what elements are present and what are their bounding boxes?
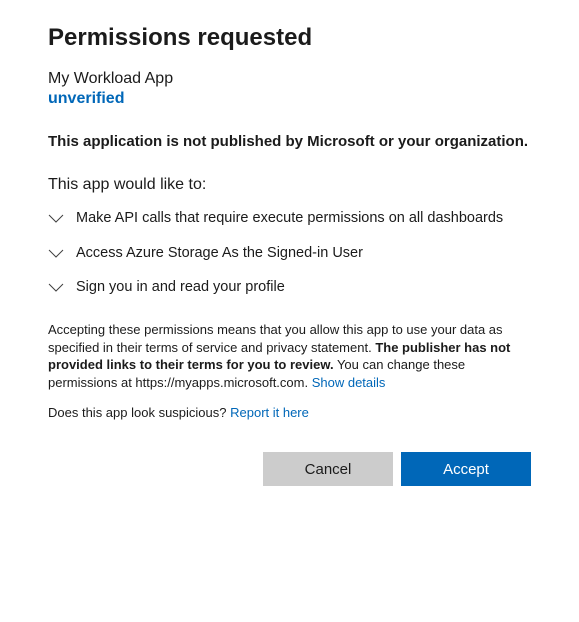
cancel-button[interactable]: Cancel xyxy=(263,452,393,486)
permission-item[interactable]: Make API calls that require execute perm… xyxy=(48,208,531,228)
publisher-warning: This application is not published by Mic… xyxy=(48,132,531,152)
app-name: My Workload App xyxy=(48,70,531,88)
chevron-down-icon xyxy=(48,211,64,227)
permission-label: Make API calls that require execute perm… xyxy=(76,208,503,228)
permission-label: Access Azure Storage As the Signed-in Us… xyxy=(76,243,363,263)
permission-item[interactable]: Sign you in and read your profile xyxy=(48,277,531,297)
show-details-link[interactable]: Show details xyxy=(312,375,386,390)
page-title: Permissions requested xyxy=(48,24,531,52)
permissions-list: Make API calls that require execute perm… xyxy=(48,208,531,297)
chevron-down-icon xyxy=(48,246,64,262)
suspicious-text: Does this app look suspicious? Report it… xyxy=(48,405,531,420)
button-row: Cancel Accept xyxy=(48,452,531,486)
suspicious-label: Does this app look suspicious? xyxy=(48,405,230,420)
report-link[interactable]: Report it here xyxy=(230,405,309,420)
permissions-intro: This app would like to: xyxy=(48,176,531,194)
permission-label: Sign you in and read your profile xyxy=(76,277,285,297)
permission-item[interactable]: Access Azure Storage As the Signed-in Us… xyxy=(48,243,531,263)
disclosure-text: Accepting these permissions means that y… xyxy=(48,321,531,391)
chevron-down-icon xyxy=(48,280,64,296)
accept-button[interactable]: Accept xyxy=(401,452,531,486)
verification-status-link[interactable]: unverified xyxy=(48,90,531,108)
